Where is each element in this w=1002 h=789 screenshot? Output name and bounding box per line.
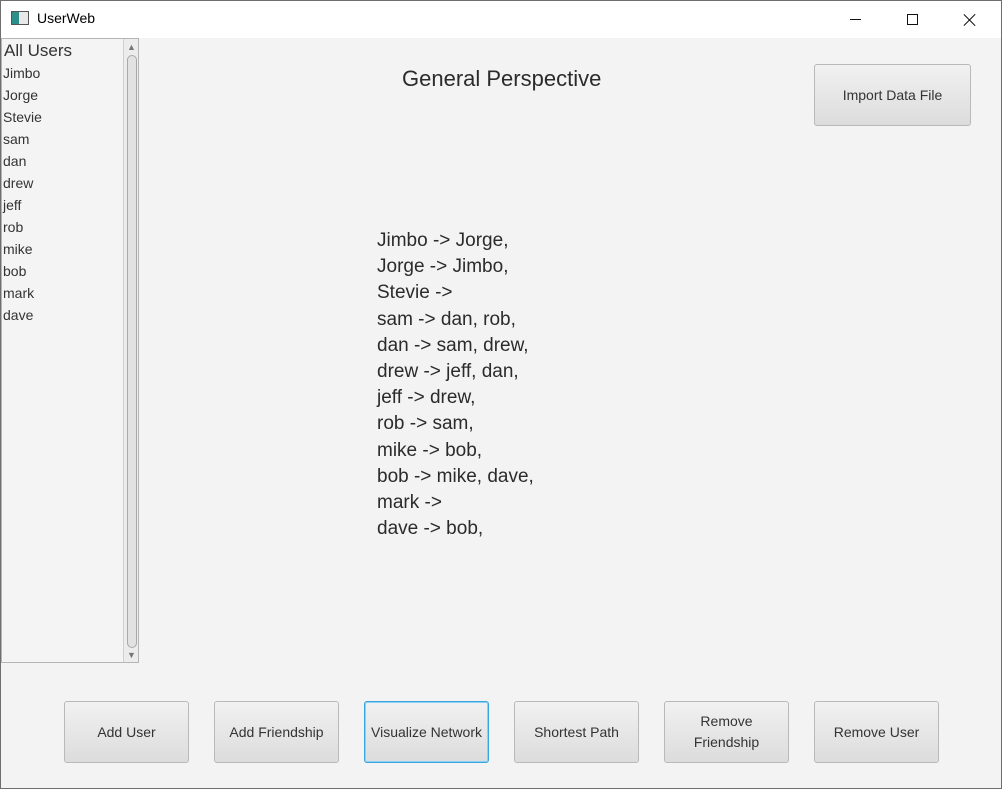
relation-line: Jimbo -> Jorge, [377,230,509,251]
shortest-path-button[interactable]: Shortest Path [514,701,639,763]
users-scrollbar[interactable]: ▲ ▼ [123,39,138,662]
list-item[interactable]: jeff [3,195,42,217]
relation-line: mark -> [377,491,442,513]
list-item[interactable]: bob [3,261,42,283]
list-item[interactable]: drew [3,173,42,195]
users-list-items: Jimbo Jorge Stevie sam dan drew jeff rob… [3,63,42,327]
app-icon [11,11,29,25]
relation-line: drew -> jeff, dan, [377,360,519,382]
list-item[interactable]: sam [3,129,42,151]
remove-friendship-button[interactable]: Remove Friendship [664,701,789,763]
import-data-file-button[interactable]: Import Data File [814,64,971,126]
add-friendship-button[interactable]: Add Friendship [214,701,339,763]
add-user-button[interactable]: Add User [64,701,189,763]
visualize-network-button[interactable]: Visualize Network [364,701,489,763]
relation-line: sam -> dan, rob, [377,308,516,330]
list-item[interactable]: dan [3,151,42,173]
scroll-up-icon[interactable]: ▲ [124,39,138,54]
relation-line: rob -> sam, [377,413,474,435]
scroll-down-icon[interactable]: ▼ [124,647,138,662]
relation-line: dave -> bob, [377,518,484,540]
app-window: UserWeb All Users Jimbo Jorge Stevie sam… [0,0,1002,789]
list-item[interactable]: rob [3,217,42,239]
relation-line: mike -> bob, [377,439,483,461]
users-list[interactable]: All Users Jimbo Jorge Stevie sam dan dre… [1,38,139,663]
maximize-icon [906,14,918,25]
list-item[interactable]: Stevie [3,107,42,129]
users-list-header: All Users [4,41,73,60]
minimize-button[interactable] [832,1,878,38]
close-icon [963,13,977,27]
relation-line: jeff -> drew, [377,387,476,409]
relation-line: Stevie -> [377,282,453,304]
maximize-button[interactable] [889,1,935,38]
list-item[interactable]: Jorge [3,85,42,107]
relation-line: bob -> mike, dave, [377,465,534,487]
minimize-icon [849,19,861,20]
client-area: All Users Jimbo Jorge Stevie sam dan dre… [1,38,1001,788]
page-title: General Perspective [402,66,602,91]
remove-user-button[interactable]: Remove User [814,701,939,763]
window-title: UserWeb [37,10,96,26]
title-bar[interactable]: UserWeb [1,1,1001,38]
scroll-thumb[interactable] [127,55,137,648]
friendship-list: Jimbo -> Jorge, Jorge -> Jimbo, Stevie -… [377,228,534,542]
close-button[interactable] [947,1,993,38]
list-item[interactable]: Jimbo [3,63,42,85]
list-item[interactable]: mark [3,283,42,305]
relation-line: dan -> sam, drew, [377,334,529,356]
list-item[interactable]: dave [3,305,42,327]
relation-line: Jorge -> Jimbo, [377,256,509,278]
list-item[interactable]: mike [3,239,42,261]
